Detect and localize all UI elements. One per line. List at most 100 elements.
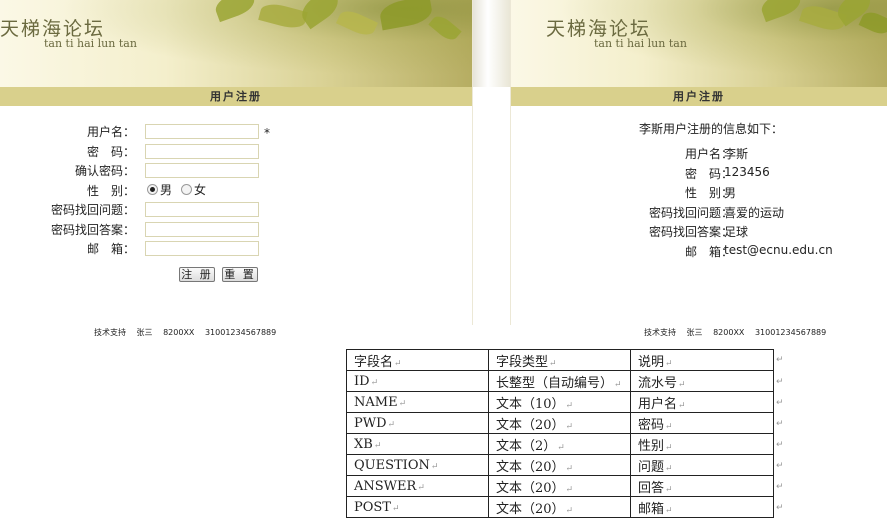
footer-support-label: 技术支持: [644, 328, 676, 337]
leaf-decoration: [296, 0, 344, 30]
footer-right: 技术支持 张三 8200XX 31001234567889: [644, 327, 834, 338]
email-label: 邮 箱：: [86, 242, 135, 256]
confirm-password-label: 确认密码：: [74, 164, 135, 178]
row-end-mark: ↵: [776, 398, 784, 408]
row-end-mark: ↵: [776, 461, 784, 471]
question-input[interactable]: [145, 202, 259, 217]
table-cell: 文本（20）↵: [488, 412, 631, 434]
result-label: 用户名：: [684, 147, 733, 161]
row-end-mark: ↵: [776, 377, 784, 387]
answer-label: 密码找回答案：: [50, 223, 135, 237]
gender-row: 性 别： 男 女: [0, 183, 472, 202]
register-header: 用户注册: [0, 87, 472, 106]
submit-button[interactable]: 注 册: [179, 267, 215, 282]
site-banner: 天梯海论坛 tan ti hai lun tan: [0, 0, 472, 87]
footer-name: 张三: [686, 328, 703, 337]
leaf-decoration: [335, 6, 379, 40]
table-cell: 文本（20）↵: [488, 454, 631, 476]
footer-code: 8200XX: [713, 328, 745, 337]
question-label: 密码找回问题：: [50, 203, 135, 217]
row-end-mark: ↵: [776, 440, 784, 450]
footer-code: 8200XX: [163, 328, 195, 337]
answer-row: 密码找回答案：: [0, 222, 472, 241]
result-value: 足球: [724, 225, 749, 239]
table-row: ANSWER↵ 文本（20）↵ 回答↵: [346, 475, 774, 497]
table-header-cell: 字段类型↵: [488, 349, 631, 371]
table-row: NAME↵ 文本（10）↵ 用户名↵: [346, 391, 774, 413]
email-input[interactable]: [145, 241, 259, 256]
username-label: 用户名：: [86, 125, 135, 139]
table-cell: 回答↵: [630, 475, 774, 497]
table-cell: XB↵: [346, 433, 489, 455]
fields-table: 字段名↵ 字段类型↵ 说明↵ ID↵ 长整型（自动编号）↵ 流水号↵ NAME↵…: [346, 349, 774, 518]
site-logo-subtitle: tan ti hai lun tan: [44, 37, 137, 50]
site-banner: 天梯海论坛 tan ti hai lun tan: [511, 0, 887, 87]
gender-male-radio[interactable]: [147, 184, 158, 195]
result-value: 123456: [724, 165, 770, 179]
table-cell: 长整型（自动编号）↵: [488, 370, 631, 392]
footer-left: 技术支持 张三 8200XX 31001234567889: [94, 327, 284, 338]
gender-female-radio[interactable]: [181, 184, 192, 195]
password-input[interactable]: [145, 144, 259, 159]
result-intro: 李斯用户注册的信息如下：: [639, 122, 784, 136]
result-value: 李斯: [724, 147, 749, 161]
table-cell: NAME↵: [346, 391, 489, 413]
table-cell: POST↵: [346, 496, 489, 518]
question-row: 密码找回问题：: [0, 202, 472, 221]
row-end-mark: ↵: [776, 503, 784, 513]
leaf-decoration: [428, 12, 462, 44]
gender-female-label: 女: [194, 183, 207, 197]
table-cell: ANSWER↵: [346, 475, 489, 497]
site-logo-subtitle: tan ti hai lun tan: [594, 37, 687, 50]
row-end-mark: ↵: [776, 355, 784, 365]
result-header: 用户注册: [511, 87, 887, 106]
confirm-password-input[interactable]: [145, 163, 259, 178]
email-row: 邮 箱：: [0, 241, 472, 260]
result-label: 性 别：: [684, 186, 733, 200]
table-cell: 问题↵: [630, 454, 774, 476]
table-cell: 邮箱↵: [630, 496, 774, 518]
table-cell: 密码↵: [630, 412, 774, 434]
password-row: 密 码：: [0, 144, 472, 163]
answer-input[interactable]: [145, 222, 259, 237]
leaf-decoration: [212, 0, 258, 23]
result-panel: 天梯海论坛 tan ti hai lun tan 用户注册 李斯用户注册的信息如…: [510, 0, 887, 325]
leaf-decoration: [378, 0, 434, 31]
banner-divider: [473, 0, 510, 87]
result-label: 密 码：: [684, 167, 733, 181]
gender-male-label: 男: [160, 183, 173, 197]
table-cell: 文本（20）↵: [488, 475, 631, 497]
row-end-mark: ↵: [776, 419, 784, 429]
username-row: 用户名： *: [0, 124, 472, 143]
table-row: POST↵ 文本（20）↵ 邮箱↵: [346, 496, 774, 518]
table-header-cell: 说明↵: [630, 349, 774, 371]
footer-phone: 31001234567889: [204, 328, 277, 337]
table-row: ID↵ 长整型（自动编号）↵ 流水号↵: [346, 370, 774, 392]
confirm-password-row: 确认密码：: [0, 163, 472, 182]
footer-support-label: 技术支持: [94, 328, 126, 337]
result-label: 邮 箱：: [684, 245, 733, 259]
table-cell: 用户名↵: [630, 391, 774, 413]
footer-name: 张三: [136, 328, 153, 337]
table-row: XB↵ 文本（2）↵ 性别↵: [346, 433, 774, 455]
table-row: PWD↵ 文本（20）↵ 密码↵: [346, 412, 774, 434]
leaf-decoration: [758, 0, 804, 23]
username-input[interactable]: [145, 124, 259, 139]
result-value: 男: [724, 186, 737, 200]
required-mark: *: [264, 126, 270, 140]
gender-label: 性 别：: [86, 184, 135, 198]
footer-phone: 31001234567889: [754, 328, 827, 337]
table-cell: PWD↵: [346, 412, 489, 434]
table-cell: 文本（10）↵: [488, 391, 631, 413]
result-value: test@ecnu.edu.cn: [724, 243, 833, 257]
table-cell: 文本（20）↵: [488, 496, 631, 518]
table-row: QUESTION↵ 文本（20）↵ 问题↵: [346, 454, 774, 476]
result-value: 喜爱的运动: [724, 206, 785, 220]
reset-button[interactable]: 重 置: [222, 267, 258, 282]
leaf-decoration: [258, 0, 308, 32]
table-cell: 文本（2）↵: [488, 433, 631, 455]
table-header-row: 字段名↵ 字段类型↵ 说明↵: [346, 349, 774, 371]
row-end-mark: ↵: [776, 482, 784, 492]
table-header-cell: 字段名↵: [346, 349, 489, 371]
table-cell: 性别↵: [630, 433, 774, 455]
